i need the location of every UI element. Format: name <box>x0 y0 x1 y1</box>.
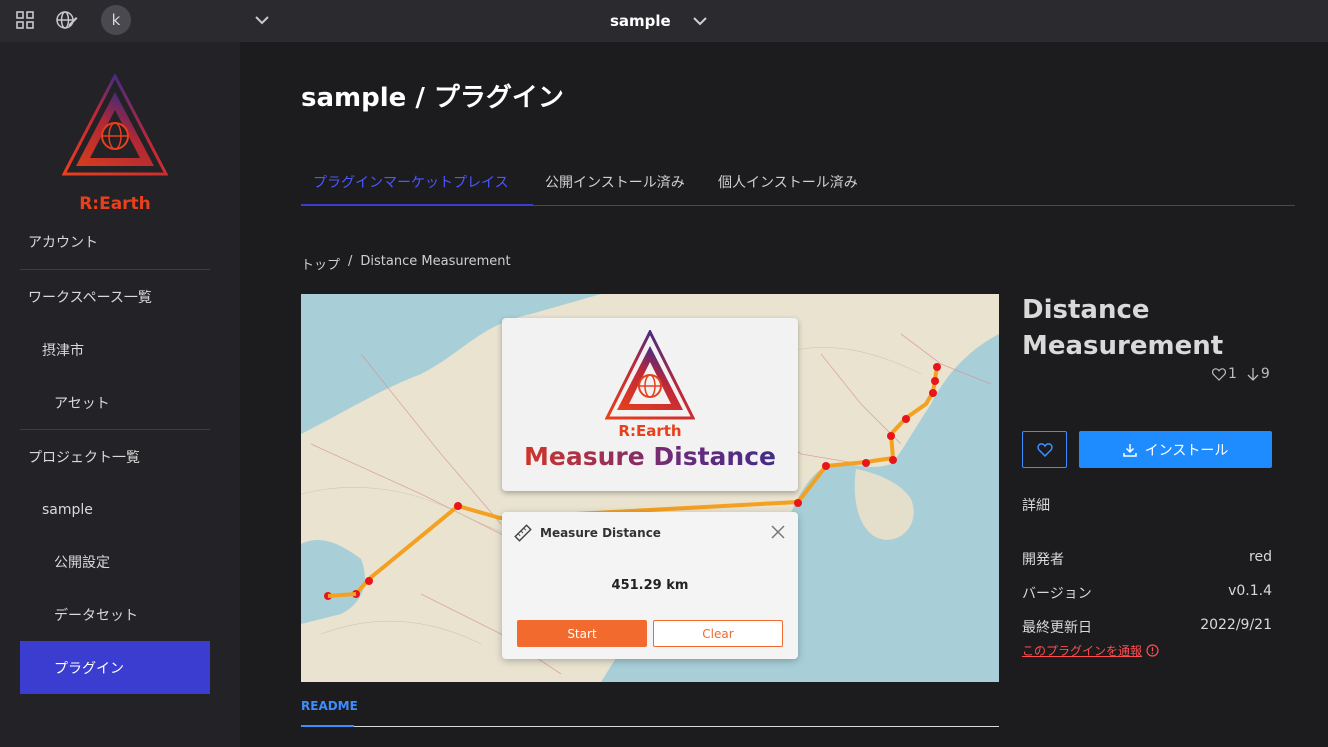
chevron-down-icon[interactable] <box>251 9 273 31</box>
download-arrow-icon <box>1247 368 1259 381</box>
reearth-logo: R:Earth <box>61 72 169 224</box>
sidebar-item-label: 摂津市 <box>42 343 84 359</box>
plugin-stats: 1 9 <box>1212 366 1270 382</box>
divider <box>20 269 210 270</box>
page-title: sample / プラグイン <box>301 83 564 113</box>
info-row-developer: 開発者 red <box>1022 549 1272 569</box>
close-icon[interactable] <box>770 524 786 540</box>
workspace-switcher[interactable]: sample <box>610 0 707 42</box>
report-label: このプラグインを通報 <box>1022 644 1143 658</box>
downloads-count: 9 <box>1247 366 1270 382</box>
like-button[interactable] <box>1022 431 1067 468</box>
sidebar-item-assets[interactable]: アセット <box>20 385 210 421</box>
avatar-letter: k <box>111 11 121 29</box>
active-tab-indicator <box>301 204 533 206</box>
info-key: 最終更新日 <box>1022 620 1092 636</box>
measure-dialog: Measure Distance 451.29 km Start Clear <box>502 512 798 659</box>
tab-bar: プラグインマーケットプレイス 公開インストール済み 個人インストール済み <box>301 160 1295 206</box>
sidebar-item-label: データセット <box>54 608 138 624</box>
plugin-name: Distance Measurement <box>1022 295 1224 361</box>
hero-title-card: R:Earth Measure Distance <box>502 318 798 491</box>
hero-logo-text: R:Earth <box>618 422 682 440</box>
sidebar-item-workspaces[interactable]: ワークスペース一覧 <box>20 279 210 315</box>
hero-card-title: Measure Distance <box>502 442 798 471</box>
sidebar-item-label: 公開設定 <box>54 555 110 571</box>
chevron-down-icon <box>693 16 707 26</box>
sidebar-item-account[interactable]: アカウント <box>20 224 210 260</box>
distance-value: 451.29 km <box>611 578 689 593</box>
download-icon <box>1122 443 1137 457</box>
sidebar-item-label: アセット <box>54 396 110 412</box>
report-plugin-link[interactable]: このプラグインを通報 <box>1022 642 1159 659</box>
sidebar-item-label: sample <box>42 502 93 518</box>
info-key: 開発者 <box>1022 552 1064 568</box>
info-value: red <box>1249 549 1272 565</box>
warning-circle-icon <box>1146 644 1159 657</box>
heart-icon <box>1212 367 1226 381</box>
tab-personal-installed[interactable]: 個人インストール済み <box>718 172 858 192</box>
tab-public-installed[interactable]: 公開インストール済み <box>545 172 685 192</box>
sidebar-item-publish-settings[interactable]: 公開設定 <box>20 544 210 580</box>
tab-readme[interactable]: README <box>301 699 358 713</box>
divider <box>301 726 999 727</box>
breadcrumb-separator: / <box>348 254 353 269</box>
install-label: インストール <box>1144 442 1229 459</box>
install-button[interactable]: インストール <box>1079 431 1272 468</box>
top-bar: k sample <box>0 0 1328 42</box>
plugin-hero-image: R:Earth Measure Distance Measure Distanc… <box>301 294 999 682</box>
sidebar-item-label: プラグイン <box>54 660 124 677</box>
ruler-icon <box>514 524 532 542</box>
breadcrumb-home[interactable]: トップ <box>301 254 340 273</box>
info-row-updated: 最終更新日 2022/9/21 <box>1022 617 1272 637</box>
sidebar-item-projects[interactable]: プロジェクト一覧 <box>20 439 210 475</box>
divider <box>20 429 210 430</box>
sidebar-item-label: プロジェクト一覧 <box>28 450 140 466</box>
clear-button[interactable]: Clear <box>653 620 783 647</box>
sidebar-item-plugins[interactable]: プラグイン <box>20 641 210 694</box>
avatar[interactable]: k <box>101 5 131 35</box>
main-content: sample / プラグイン プラグインマーケットプレイス 公開インストール済み… <box>240 42 1328 747</box>
sidebar-item-settsu[interactable]: 摂津市 <box>20 332 210 368</box>
active-tab-indicator <box>301 725 354 727</box>
breadcrumb: トップ / Distance Measurement <box>301 254 511 273</box>
reearth-logo: R:Earth <box>604 328 696 440</box>
apps-grid-icon[interactable] <box>13 8 37 32</box>
globe-edit-icon[interactable] <box>55 8 79 32</box>
info-row-version: バージョン v0.1.4 <box>1022 583 1272 603</box>
dialog-title: Measure Distance <box>540 526 661 540</box>
workspace-name: sample <box>610 12 671 30</box>
details-heading: 詳細 <box>1022 498 1050 514</box>
info-key: バージョン <box>1022 586 1092 602</box>
sidebar-item-label: ワークスペース一覧 <box>28 290 152 306</box>
sidebar: R:Earth アカウント ワークスペース一覧 摂津市 アセット プロジェクト一… <box>0 42 240 747</box>
breadcrumb-current: Distance Measurement <box>360 254 511 269</box>
logo-text: R:Earth <box>79 194 151 214</box>
sidebar-item-datasets[interactable]: データセット <box>20 597 210 633</box>
start-button[interactable]: Start <box>517 620 647 647</box>
info-value: v0.1.4 <box>1228 583 1272 599</box>
sidebar-item-sample[interactable]: sample <box>20 492 210 528</box>
heart-icon <box>1036 442 1053 457</box>
sidebar-item-label: アカウント <box>28 235 98 251</box>
info-value: 2022/9/21 <box>1200 617 1272 633</box>
tab-marketplace[interactable]: プラグインマーケットプレイス <box>313 172 509 192</box>
likes-count: 1 <box>1212 366 1237 382</box>
